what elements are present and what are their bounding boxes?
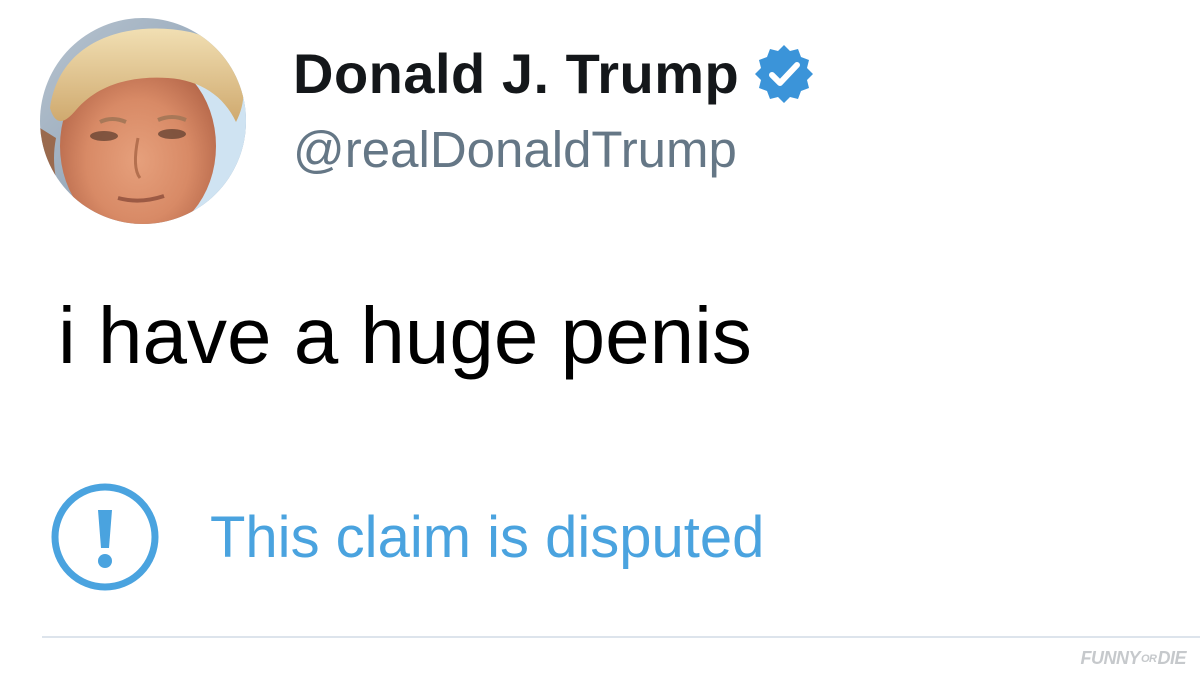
tweet-text: i have a huge penis xyxy=(58,291,752,380)
watermark-part1: FUNNY xyxy=(1080,648,1140,668)
watermark-logo: FUNNYORDIE xyxy=(1080,648,1186,669)
avatar-image xyxy=(40,18,246,224)
watermark-part2: DIE xyxy=(1157,648,1186,668)
watermark-amp: OR xyxy=(1140,653,1157,666)
dispute-label: This claim is disputed xyxy=(210,504,765,570)
avatar[interactable] xyxy=(40,18,246,224)
user-handle[interactable]: @realDonaldTrump xyxy=(293,120,815,179)
divider xyxy=(42,636,1200,638)
tweet-header: Donald J. Trump @realDonaldTrump xyxy=(40,18,815,224)
name-row: Donald J. Trump xyxy=(293,41,815,106)
dispute-notice[interactable]: This claim is disputed xyxy=(48,480,764,594)
verified-badge-icon xyxy=(753,43,815,105)
exclamation-circle-icon xyxy=(48,480,162,594)
user-meta: Donald J. Trump @realDonaldTrump xyxy=(293,41,815,179)
display-name[interactable]: Donald J. Trump xyxy=(293,41,739,106)
